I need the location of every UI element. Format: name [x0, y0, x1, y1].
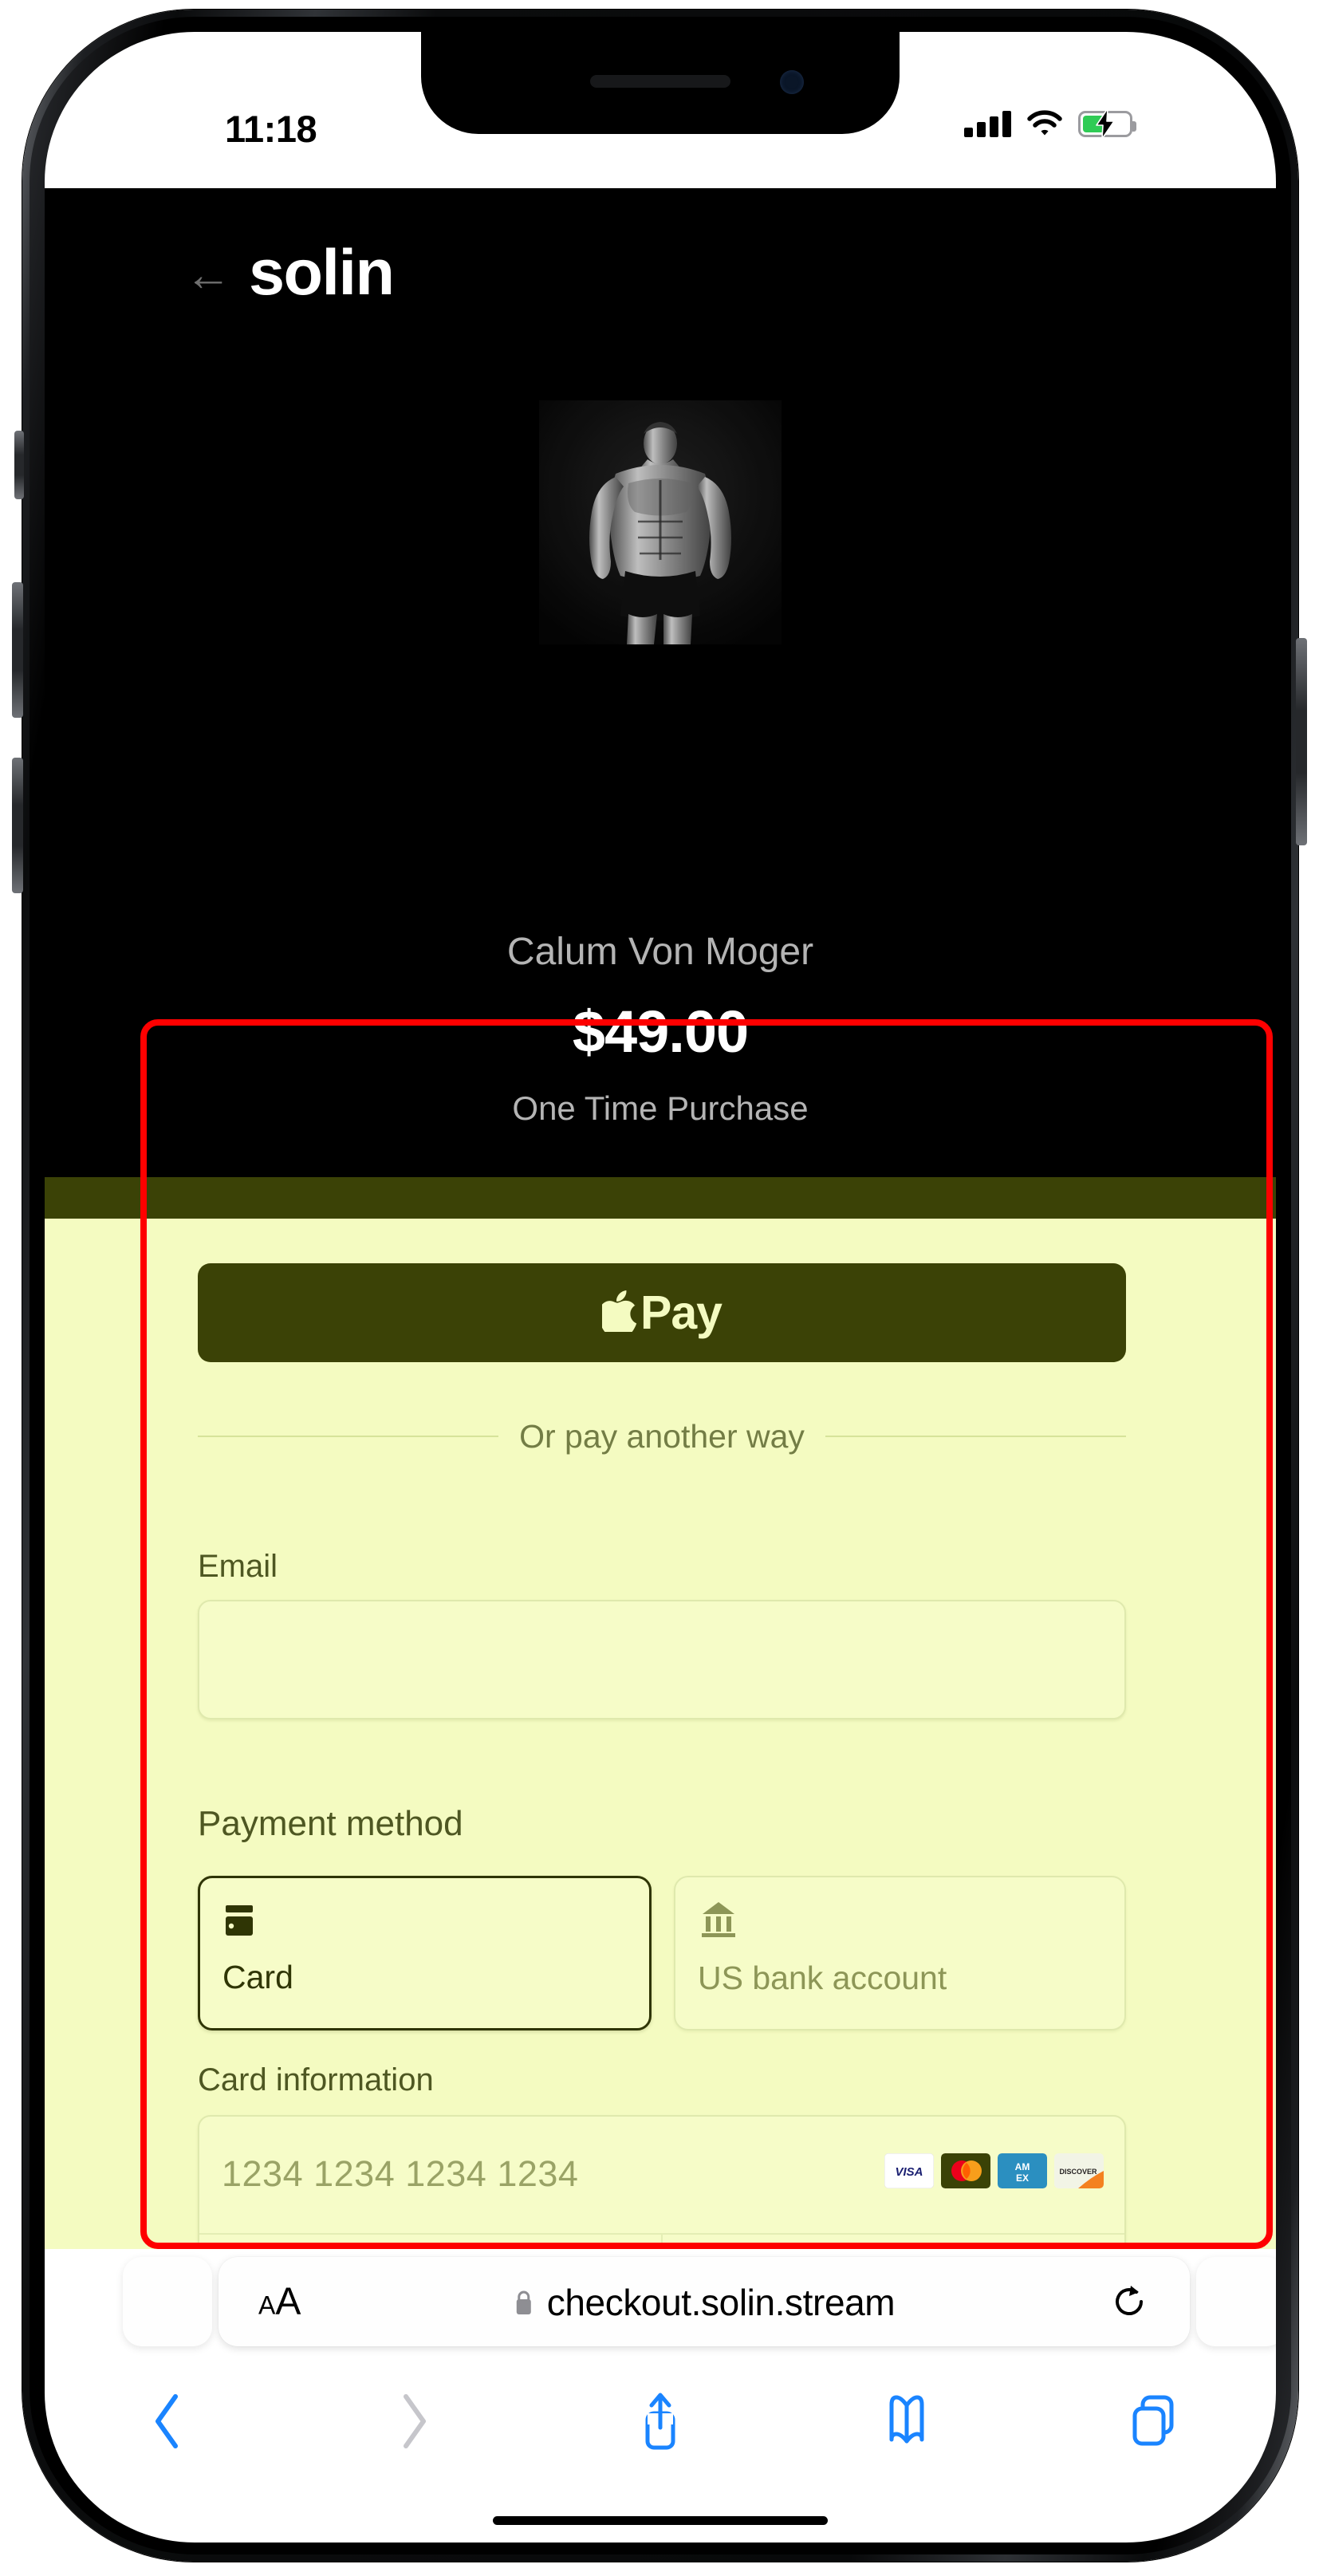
silent-switch[interactable]	[14, 431, 24, 499]
email-label: Email	[198, 1549, 278, 1584]
back-button[interactable]	[45, 2392, 291, 2451]
payment-method-label: Payment method	[198, 1804, 463, 1843]
payment-method-label-card: Card	[222, 1959, 293, 1995]
apple-pay-button[interactable]: Pay	[198, 1263, 1126, 1362]
card-expiry-cvc-row	[199, 2235, 1124, 2249]
visa-icon: VISA	[884, 2153, 934, 2188]
tabs-button[interactable]	[1030, 2393, 1276, 2450]
device-notch	[421, 32, 900, 134]
card-brand-icons: VISA AM EX DISCOVER	[884, 2153, 1104, 2188]
payment-method-label-bank: US bank account	[698, 1960, 947, 1996]
svg-text:AM: AM	[1015, 2161, 1030, 2172]
mastercard-icon	[941, 2153, 990, 2188]
safari-bottom-chrome: A A checkout.solin.stream	[45, 2249, 1276, 2543]
divider-label: Or pay another way	[519, 1417, 805, 1455]
purchase-type-label: One Time Purchase	[512, 1089, 809, 1127]
url-text: checkout.solin.stream	[546, 2282, 896, 2323]
url-display: checkout.solin.stream	[514, 2281, 896, 2324]
share-button[interactable]	[537, 2391, 784, 2452]
earpiece-speaker	[590, 75, 730, 88]
bookmarks-button[interactable]	[783, 2393, 1030, 2450]
back-arrow-icon[interactable]: ←	[185, 251, 231, 298]
site-header: ← solin	[185, 236, 395, 310]
alternate-payment-divider: Or pay another way	[198, 1416, 1127, 1456]
email-input[interactable]	[198, 1600, 1126, 1719]
forward-button[interactable]	[291, 2392, 537, 2451]
battery-charging-icon	[1078, 108, 1136, 139]
payment-method-option-bank[interactable]: US bank account	[674, 1876, 1126, 2030]
status-time: 11:18	[225, 108, 317, 150]
credit-card-icon	[226, 1905, 253, 1936]
discover-icon: DISCOVER	[1054, 2153, 1104, 2188]
share-icon	[645, 2393, 675, 2450]
sheet-top-strip	[45, 1177, 1276, 1219]
svg-text:VISA: VISA	[895, 2165, 923, 2179]
url-bar[interactable]: A A checkout.solin.stream	[123, 2257, 1276, 2346]
product-title: Calum Von Moger	[506, 931, 814, 973]
card-information-label: Card information	[198, 2062, 434, 2097]
ios-status-bar: 11:18	[45, 32, 1276, 188]
charging-bolt-icon	[1096, 108, 1115, 139]
lock-icon	[516, 2290, 531, 2314]
cellular-signal-icon	[964, 110, 1011, 137]
chevron-left-icon	[156, 2394, 179, 2448]
product-price: $49.00	[572, 998, 749, 1065]
screenshot-root: ← solin Calum Von Moger $49.00 One Time …	[0, 0, 1319, 2576]
amex-icon: AM EX	[998, 2153, 1047, 2188]
brand-logo-text: solin	[249, 237, 395, 309]
power-button[interactable]	[1296, 638, 1307, 845]
card-expiry-field[interactable]	[199, 2235, 663, 2249]
payment-method-option-card[interactable]: Card	[198, 1876, 652, 2030]
card-number-placeholder: 1234 1234 1234 1234	[222, 2153, 579, 2194]
status-indicators	[964, 108, 1136, 139]
checkout-sheet: Pay Or pay another way Email Payment met…	[45, 1177, 1276, 2249]
svg-text:DISCOVER: DISCOVER	[1059, 2168, 1097, 2176]
webpage-content: ← solin Calum Von Moger $49.00 One Time …	[45, 188, 1276, 2249]
home-indicator[interactable]	[493, 2516, 828, 2525]
text-size-button[interactable]: A A	[258, 2280, 301, 2324]
tabs-icon	[1132, 2395, 1174, 2446]
product-image	[539, 400, 782, 644]
payment-method-tabs: Card US bank account	[198, 1876, 1126, 2030]
chevron-right-icon	[404, 2394, 427, 2448]
front-camera	[780, 70, 804, 94]
wifi-icon	[1027, 110, 1062, 136]
safari-toolbar	[45, 2365, 1276, 2477]
divider-line-left	[198, 1436, 499, 1437]
divider-line-right	[825, 1436, 1127, 1437]
card-number-field[interactable]: 1234 1234 1234 1234 VISA AM EX DISCOVER	[199, 2117, 1124, 2235]
volume-up-button[interactable]	[12, 582, 23, 718]
small-a-glyph: A	[258, 2290, 276, 2320]
phone-screen: ← solin Calum Von Moger $49.00 One Time …	[45, 32, 1276, 2543]
book-icon	[889, 2395, 924, 2444]
large-a-glyph: A	[275, 2280, 301, 2323]
volume-down-button[interactable]	[12, 758, 23, 893]
card-cvc-field[interactable]	[663, 2235, 1124, 2249]
apple-logo-icon	[602, 1290, 637, 1332]
bank-icon	[702, 1902, 735, 1937]
reload-icon[interactable]	[1112, 2283, 1147, 2321]
card-information-group: 1234 1234 1234 1234 VISA AM EX DISCOVER	[198, 2115, 1126, 2249]
svg-text:EX: EX	[1016, 2172, 1029, 2184]
apple-pay-label: Pay	[640, 1286, 722, 1339]
